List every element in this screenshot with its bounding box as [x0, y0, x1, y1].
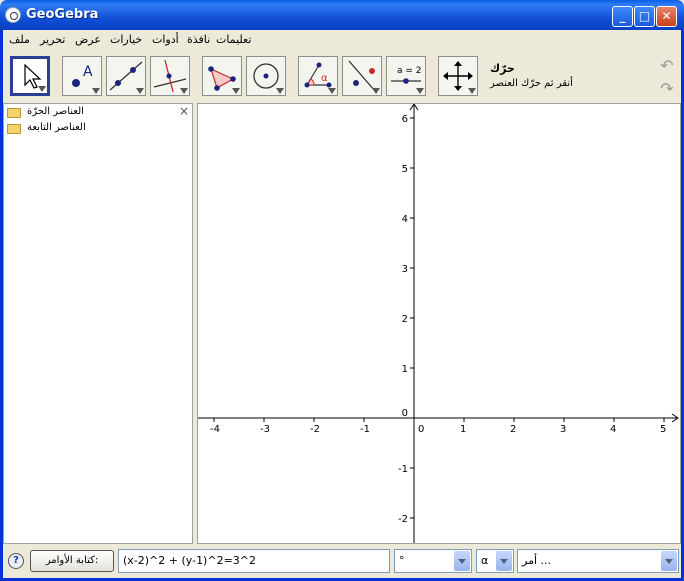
menu-edit[interactable]: تحرير — [40, 33, 65, 46]
redo-icon[interactable]: ↷ — [657, 79, 677, 99]
menu-options[interactable]: خيارات — [110, 33, 142, 46]
polygon-tool-button[interactable] — [202, 56, 242, 96]
angle-tool-letter: α — [321, 73, 328, 84]
x-tick-label: 3 — [560, 424, 566, 435]
window-title: GeoGebra — [26, 7, 99, 22]
y-tick-label: 0 — [402, 408, 408, 419]
tool-menu-arrow-icon — [468, 88, 476, 94]
x-tick-label: -3 — [260, 424, 270, 435]
x-tick-label: -4 — [210, 424, 220, 435]
tool-menu-arrow-icon — [372, 88, 380, 94]
reflect-tool-button[interactable] — [342, 56, 382, 96]
symbol-combo-value: ° — [399, 554, 405, 567]
coordinate-axes: -4 -3 -2 -1 0 1 2 3 4 5 6 5 4 3 2 1 0 -1 -2 — [198, 104, 679, 543]
close-algebra-view-icon[interactable]: × — [179, 104, 189, 118]
y-tick-label: 3 — [402, 264, 408, 275]
command-combo[interactable]: أمر ... — [517, 549, 679, 573]
folder-icon — [7, 124, 21, 134]
y-tick-label: -2 — [398, 514, 408, 525]
x-tick-label: -2 — [310, 424, 320, 435]
chevron-down-icon[interactable] — [454, 551, 470, 571]
geogebra-app-icon — [5, 7, 21, 23]
tool-menu-arrow-icon — [328, 88, 336, 94]
menu-view[interactable]: عرض — [75, 33, 101, 46]
graphics-view[interactable]: -4 -3 -2 -1 0 1 2 3 4 5 6 5 4 3 2 1 0 -1 -2 — [197, 103, 681, 544]
tool-menu-arrow-icon — [180, 88, 188, 94]
menu-tools[interactable]: أدوات — [152, 33, 179, 46]
greek-letter-combo[interactable]: α — [476, 549, 514, 573]
x-tick-label: 4 — [610, 424, 616, 435]
tool-menu-arrow-icon — [38, 86, 46, 92]
symbol-combo[interactable]: ° — [394, 549, 472, 573]
x-tick-label: -1 — [360, 424, 370, 435]
x-tick-label: 1 — [460, 424, 466, 435]
slider-tool-label: a = 2 — [397, 66, 422, 76]
tool-menu-arrow-icon — [276, 88, 284, 94]
chevron-down-icon[interactable] — [661, 551, 677, 571]
greek-combo-value: α — [481, 554, 489, 567]
tool-help-description: أنقر ثم حرّك العنصر — [490, 78, 573, 89]
algebra-view[interactable]: العناصر الحرّة العناصر التابعة × — [3, 103, 193, 544]
tool-help-title: حرّك — [490, 62, 515, 75]
tool-menu-arrow-icon — [416, 88, 424, 94]
menu-window[interactable]: نافذة — [187, 33, 210, 46]
toolbar: A α a = 2 حرّك أنقر ثم حرّك العنصر ↶ ↷ — [3, 52, 681, 102]
line-tool-button[interactable] — [106, 56, 146, 96]
new-point-tool-button[interactable]: A — [62, 56, 102, 96]
slider-tool-button[interactable]: a = 2 — [386, 56, 426, 96]
move-graphics-tool-button[interactable] — [438, 56, 478, 96]
chevron-down-icon[interactable] — [496, 551, 512, 571]
circle-tool-button[interactable] — [246, 56, 286, 96]
y-tick-label: 2 — [402, 314, 408, 325]
y-tick-label: 5 — [402, 164, 408, 175]
input-bar: ? كتابة الأوامر: (x-2)^2 + (y-1)^2=3^2 °… — [3, 546, 681, 578]
help-icon[interactable]: ? — [8, 553, 24, 569]
menu-bar: ملف تحرير عرض خيارات أدوات نافذة تعليمات — [3, 30, 681, 50]
x-tick-label: 2 — [510, 424, 516, 435]
y-tick-label: -1 — [398, 464, 408, 475]
command-input-field[interactable]: (x-2)^2 + (y-1)^2=3^2 — [118, 549, 390, 573]
tool-menu-arrow-icon — [92, 88, 100, 94]
tool-menu-arrow-icon — [232, 88, 240, 94]
x-tick-label: 5 — [660, 424, 666, 435]
undo-icon[interactable]: ↶ — [657, 56, 677, 76]
input-bar-label-button[interactable]: كتابة الأوامر: — [30, 550, 114, 572]
move-tool-button[interactable] — [10, 56, 50, 96]
point-tool-letter: A — [83, 64, 93, 80]
folder-icon — [7, 108, 21, 118]
tool-menu-arrow-icon — [136, 88, 144, 94]
angle-tool-button[interactable]: α — [298, 56, 338, 96]
perpendicular-tool-button[interactable] — [150, 56, 190, 96]
menu-help[interactable]: تعليمات — [216, 33, 251, 46]
title-bar: GeoGebra _ □ ✕ — [0, 0, 684, 30]
folder-label: العناصر الحرّة — [27, 106, 84, 117]
menu-file[interactable]: ملف — [9, 33, 30, 46]
y-tick-label: 4 — [402, 214, 408, 225]
folder-label: العناصر التابعة — [27, 122, 86, 133]
y-tick-label: 1 — [402, 364, 408, 375]
x-tick-label: 0 — [418, 424, 424, 435]
command-combo-value: أمر ... — [522, 554, 552, 567]
maximize-button[interactable]: □ — [634, 6, 655, 27]
minimize-button[interactable]: _ — [612, 6, 633, 27]
y-tick-label: 6 — [402, 114, 408, 125]
close-button[interactable]: ✕ — [656, 6, 677, 27]
